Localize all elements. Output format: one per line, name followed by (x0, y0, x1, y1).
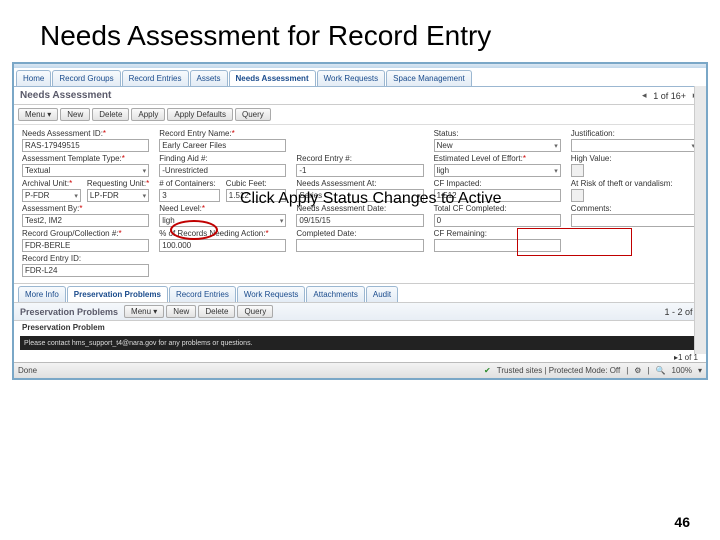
record-group-label: Record Group/Collection #:* (22, 229, 149, 238)
requesting-unit-dropdown[interactable]: LP-FDR (87, 189, 149, 202)
needs-id-input[interactable]: RAS-17949515 (22, 139, 149, 152)
app-window: Home Record Groups Record Entries Assets… (12, 62, 708, 380)
subtab-more-info[interactable]: More Info (18, 286, 66, 302)
cf-impacted-label: CF Impacted: (434, 179, 561, 188)
preservation-title: Preservation Problems (20, 307, 118, 317)
finding-aid-label: Finding Aid #: (159, 154, 286, 163)
num-containers-input[interactable]: 3 (159, 189, 220, 202)
tab-assets[interactable]: Assets (190, 70, 228, 86)
status-trusted: Trusted sites | Protected Mode: Off (497, 366, 620, 375)
record-entry-name-input[interactable]: Early Career Files (159, 139, 286, 152)
status-dropdown[interactable]: New (434, 139, 561, 152)
record-entry-num-input[interactable]: -1 (296, 164, 423, 177)
record-group-input[interactable]: FDR-BERLE (22, 239, 149, 252)
status-done: Done (18, 366, 37, 375)
status-zoom: 100% (672, 366, 692, 375)
num-containers-label: # of Containers: (159, 179, 220, 188)
completed-date-label: Completed Date: (296, 229, 423, 238)
safety-icon: ⚙ (634, 366, 641, 375)
assess-tmpl-label: Assessment Template Type:* (22, 154, 149, 163)
tab-record-entries[interactable]: Record Entries (122, 70, 189, 86)
toolbar: Menu ▾ New Delete Apply Apply Defaults Q… (14, 105, 706, 125)
comments-input[interactable] (571, 214, 698, 227)
pres-query-button[interactable]: Query (237, 305, 273, 318)
needs-id-label: Needs Assessment ID:* (22, 129, 149, 138)
divider: | (647, 366, 649, 375)
menu-button[interactable]: Menu ▾ (18, 108, 58, 121)
record-entry-name-label: Record Entry Name:* (159, 129, 286, 138)
tab-record-groups[interactable]: Record Groups (52, 70, 120, 86)
pres-delete-button[interactable]: Delete (198, 305, 235, 318)
subtab-work-requests[interactable]: Work Requests (237, 286, 306, 302)
completed-date-input[interactable] (296, 239, 423, 252)
needs-date-input[interactable]: 09/15/15 (296, 214, 423, 227)
assessment-by-input[interactable]: Test2, IM2 (22, 214, 149, 227)
tab-work-requests[interactable]: Work Requests (317, 70, 386, 86)
archival-unit-label: Archival Unit:* (22, 179, 81, 188)
record-entry-id-input[interactable]: FDR-L24 (22, 264, 149, 277)
pres-column-header: Preservation Problem (14, 321, 706, 334)
justification-dropdown[interactable] (571, 139, 698, 152)
sub-tab-row: More Info Preservation Problems Record E… (14, 283, 706, 302)
at-risk-label: At Risk of theft or vandalism: (571, 179, 698, 188)
finding-aid-input[interactable]: -Unrestricted (159, 164, 286, 177)
apply-defaults-button[interactable]: Apply Defaults (167, 108, 233, 121)
slide-page-number: 46 (674, 514, 690, 530)
trusted-sites-icon: ✔ (484, 366, 491, 375)
at-risk-checkbox[interactable] (571, 189, 584, 202)
apply-highlight-ellipse (170, 220, 218, 240)
tab-needs-assessment[interactable]: Needs Assessment (229, 70, 316, 86)
pres-row[interactable]: Please contact hms_support_t4@nara.gov f… (20, 336, 700, 350)
divider: | (626, 366, 628, 375)
est-units-label: Estimated Level of Effort:* (434, 154, 561, 163)
total-cf-input[interactable]: 0 (434, 214, 561, 227)
est-units-dropdown[interactable]: ligh (434, 164, 561, 177)
high-value-checkbox[interactable] (571, 164, 584, 177)
assess-tmpl-dropdown[interactable]: Textual (22, 164, 149, 177)
archival-unit-dropdown[interactable]: P-FDR (22, 189, 81, 202)
status-label: Status: (434, 129, 561, 138)
status-highlight-box (517, 228, 632, 256)
tab-space-management[interactable]: Space Management (386, 70, 472, 86)
browser-status-bar: Done ✔ Trusted sites | Protected Mode: O… (14, 362, 706, 378)
justification-label: Justification: (571, 129, 698, 138)
requesting-unit-label: Requesting Unit:* (87, 179, 149, 188)
slide-title: Needs Assessment for Record Entry (0, 0, 720, 62)
preservation-header: Preservation Problems Menu ▾ New Delete … (14, 302, 706, 321)
pct-records-input[interactable]: 100.000 (159, 239, 286, 252)
apply-button[interactable]: Apply (131, 108, 165, 121)
paginator: ◂ 1 of 16+ ▸ (639, 90, 700, 101)
page-info: 1 of 16+ (653, 91, 686, 101)
pres-new-button[interactable]: New (166, 305, 196, 318)
high-value-label: High Value: (571, 154, 698, 163)
new-button[interactable]: New (60, 108, 90, 121)
zoom-icon: 🔍 (656, 366, 666, 375)
subtab-attachments[interactable]: Attachments (306, 286, 364, 302)
page-prev-icon[interactable]: ◂ (639, 90, 649, 101)
section-title: Needs Assessment (20, 90, 111, 101)
zoom-chevron-icon[interactable]: ▾ (698, 366, 702, 375)
vertical-scrollbar[interactable] (694, 86, 706, 354)
pres-menu-button[interactable]: Menu ▾ (124, 305, 164, 318)
tab-home[interactable]: Home (16, 70, 51, 86)
annotation-text: Click Apply Status Changes to Active (240, 190, 501, 208)
assessment-by-label: Assessment By:* (22, 204, 149, 213)
record-entry-num-label: Record Entry #: (296, 154, 423, 163)
query-button[interactable]: Query (235, 108, 271, 121)
main-tab-row: Home Record Groups Record Entries Assets… (14, 68, 706, 87)
needs-at-label: Needs Assessment At: (296, 179, 423, 188)
subtab-preservation-problems[interactable]: Preservation Problems (67, 286, 168, 302)
record-entry-id-label: Record Entry ID: (22, 254, 149, 263)
comments-label: Comments: (571, 204, 698, 213)
subtab-record-entries[interactable]: Record Entries (169, 286, 236, 302)
cubic-feet-label: Cubic Feet: (226, 179, 287, 188)
subtab-audit[interactable]: Audit (366, 286, 398, 302)
delete-button[interactable]: Delete (92, 108, 129, 121)
section-header: Needs Assessment ◂ 1 of 16+ ▸ (14, 87, 706, 105)
